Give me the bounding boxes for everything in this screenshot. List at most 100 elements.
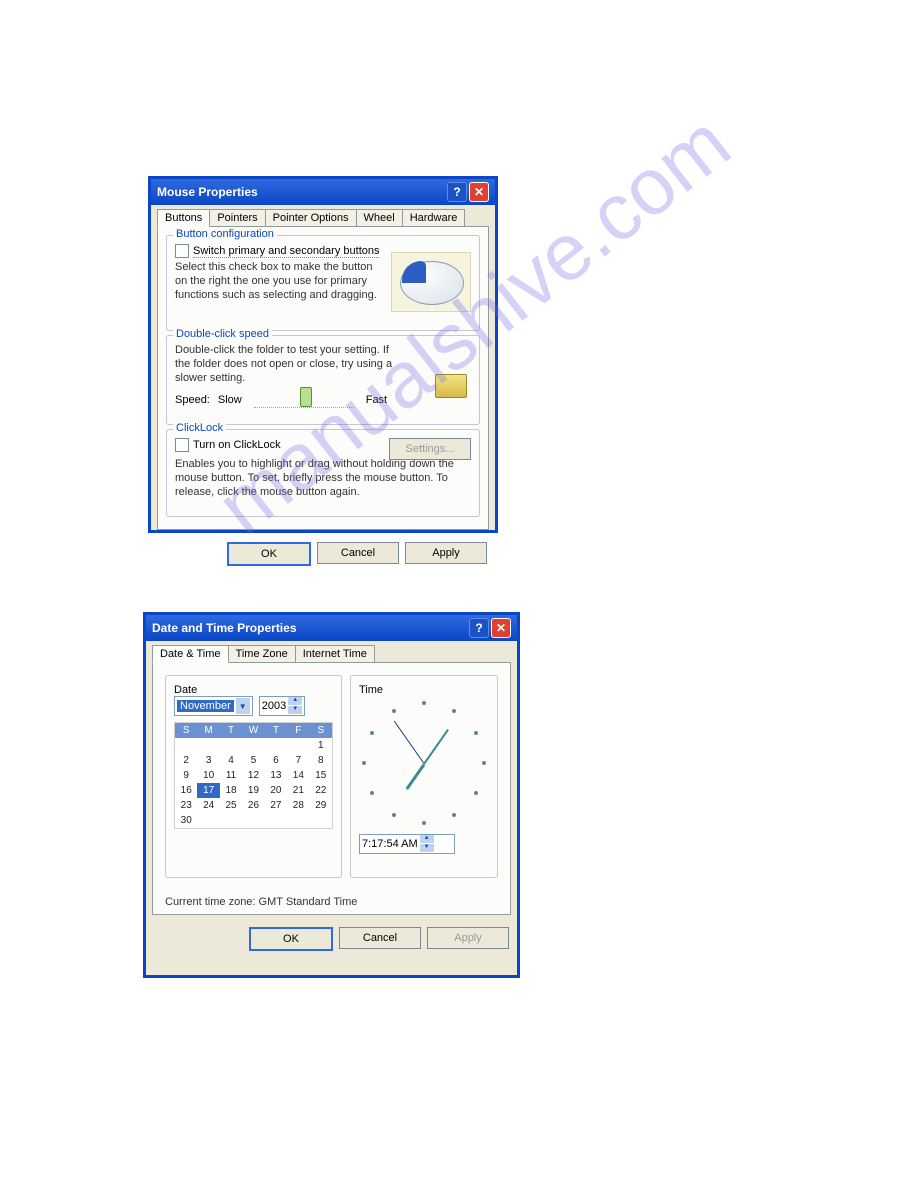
slider-thumb[interactable] bbox=[300, 387, 312, 407]
spinner-buttons[interactable]: ▲▼ bbox=[420, 835, 434, 853]
calendar-day[interactable]: 14 bbox=[287, 768, 309, 783]
window-title: Mouse Properties bbox=[157, 185, 445, 199]
clock-tick bbox=[392, 709, 396, 713]
clicklock-label[interactable]: Turn on ClickLock bbox=[193, 439, 281, 451]
tab-wheel[interactable]: Wheel bbox=[356, 209, 403, 226]
analog-clock bbox=[359, 698, 489, 828]
double-click-desc: Double-click the folder to test your set… bbox=[175, 344, 405, 385]
slow-label: Slow bbox=[218, 394, 242, 406]
calendar-day[interactable]: 21 bbox=[287, 783, 309, 798]
tab-time-zone[interactable]: Time Zone bbox=[228, 645, 296, 662]
tab-strip: Date & Time Time Zone Internet Time bbox=[146, 641, 517, 662]
calendar[interactable]: SMTWTFS 12345678910111213141516171819202… bbox=[174, 722, 333, 829]
clock-hand-hour bbox=[406, 764, 426, 790]
close-button[interactable]: ✕ bbox=[469, 182, 489, 202]
calendar-day[interactable]: 7 bbox=[287, 753, 309, 768]
tab-pointers[interactable]: Pointers bbox=[209, 209, 265, 226]
tab-body: Date November ▼ 2003 ▲▼ SMTWTFS 12345678… bbox=[152, 662, 511, 915]
time-value: 7:17:54 AM bbox=[362, 838, 418, 850]
calendar-day[interactable]: 17 bbox=[197, 783, 219, 798]
clicklock-desc: Enables you to highlight or drag without… bbox=[175, 458, 471, 499]
help-button[interactable]: ? bbox=[447, 182, 467, 202]
apply-button: Apply bbox=[427, 927, 509, 949]
month-value: November bbox=[177, 700, 234, 712]
help-button[interactable]: ? bbox=[469, 618, 489, 638]
speed-label: Speed: bbox=[175, 394, 210, 406]
titlebar[interactable]: Date and Time Properties ? ✕ bbox=[146, 615, 517, 641]
tab-internet-time[interactable]: Internet Time bbox=[295, 645, 375, 662]
calendar-day[interactable]: 22 bbox=[310, 783, 332, 798]
date-group: Date November ▼ 2003 ▲▼ SMTWTFS 12345678… bbox=[165, 675, 342, 878]
calendar-day bbox=[287, 738, 309, 753]
group-legend: Time bbox=[359, 684, 383, 696]
spinner-buttons[interactable]: ▲▼ bbox=[288, 697, 302, 715]
calendar-day[interactable]: 3 bbox=[197, 753, 219, 768]
calendar-day[interactable]: 20 bbox=[265, 783, 287, 798]
calendar-day[interactable]: 6 bbox=[265, 753, 287, 768]
calendar-day[interactable]: 28 bbox=[287, 798, 309, 813]
folder-icon[interactable] bbox=[435, 374, 467, 398]
calendar-day[interactable]: 25 bbox=[220, 798, 242, 813]
calendar-day[interactable]: 16 bbox=[175, 783, 197, 798]
time-spinner[interactable]: 7:17:54 AM ▲▼ bbox=[359, 834, 455, 854]
settings-button: Settings... bbox=[389, 438, 471, 460]
calendar-day[interactable]: 1 bbox=[310, 738, 332, 753]
calendar-day[interactable]: 9 bbox=[175, 768, 197, 783]
speed-slider[interactable] bbox=[254, 391, 354, 408]
calendar-day[interactable]: 29 bbox=[310, 798, 332, 813]
calendar-day bbox=[220, 738, 242, 753]
fast-label: Fast bbox=[366, 394, 387, 406]
clicklock-group: ClickLock Turn on ClickLock Settings... … bbox=[166, 429, 480, 517]
apply-button[interactable]: Apply bbox=[405, 542, 487, 564]
clock-tick bbox=[482, 761, 486, 765]
calendar-day bbox=[220, 813, 242, 828]
calendar-day[interactable]: 4 bbox=[220, 753, 242, 768]
clicklock-checkbox[interactable] bbox=[175, 438, 189, 452]
calendar-day[interactable]: 11 bbox=[220, 768, 242, 783]
ok-button[interactable]: OK bbox=[227, 542, 311, 566]
speed-slider-row: Speed: Slow Fast bbox=[175, 391, 471, 408]
clock-hand-minute bbox=[423, 729, 449, 765]
close-button[interactable]: ✕ bbox=[491, 618, 511, 638]
tab-hardware[interactable]: Hardware bbox=[402, 209, 466, 226]
clock-tick bbox=[392, 813, 396, 817]
calendar-day[interactable]: 2 bbox=[175, 753, 197, 768]
group-legend: Button configuration bbox=[173, 228, 277, 240]
calendar-day[interactable]: 26 bbox=[242, 798, 264, 813]
calendar-day[interactable]: 10 bbox=[197, 768, 219, 783]
titlebar[interactable]: Mouse Properties ? ✕ bbox=[151, 179, 495, 205]
date-time-dialog: Date and Time Properties ? ✕ Date & Time… bbox=[143, 612, 520, 978]
calendar-day[interactable]: 15 bbox=[310, 768, 332, 783]
cancel-button[interactable]: Cancel bbox=[317, 542, 399, 564]
switch-buttons-label[interactable]: Switch primary and secondary buttons bbox=[193, 245, 379, 258]
tab-pointer-options[interactable]: Pointer Options bbox=[265, 209, 357, 226]
mouse-properties-dialog: Mouse Properties ? ✕ Buttons Pointers Po… bbox=[148, 176, 498, 533]
calendar-day[interactable]: 12 bbox=[242, 768, 264, 783]
ok-button[interactable]: OK bbox=[249, 927, 333, 951]
calendar-day[interactable]: 5 bbox=[242, 753, 264, 768]
calendar-day[interactable]: 8 bbox=[310, 753, 332, 768]
clock-tick bbox=[370, 731, 374, 735]
weekday-header: S bbox=[310, 723, 332, 738]
calendar-day bbox=[242, 738, 264, 753]
year-value: 2003 bbox=[262, 700, 286, 712]
time-group: Time 7:17:54 AM ▲▼ bbox=[350, 675, 498, 878]
cancel-button[interactable]: Cancel bbox=[339, 927, 421, 949]
switch-buttons-checkbox[interactable] bbox=[175, 244, 189, 258]
calendar-day[interactable]: 27 bbox=[265, 798, 287, 813]
chevron-down-icon[interactable]: ▼ bbox=[236, 698, 250, 714]
calendar-day bbox=[197, 813, 219, 828]
calendar-day[interactable]: 24 bbox=[197, 798, 219, 813]
calendar-day[interactable]: 18 bbox=[220, 783, 242, 798]
calendar-day[interactable]: 13 bbox=[265, 768, 287, 783]
calendar-day[interactable]: 23 bbox=[175, 798, 197, 813]
weekday-header: T bbox=[220, 723, 242, 738]
tab-buttons[interactable]: Buttons bbox=[157, 209, 210, 227]
button-config-group: Button configuration Switch primary and … bbox=[166, 235, 480, 331]
year-spinner[interactable]: 2003 ▲▼ bbox=[259, 696, 305, 716]
dialog-button-row: OK Cancel Apply bbox=[151, 536, 495, 572]
calendar-day[interactable]: 30 bbox=[175, 813, 197, 828]
calendar-day[interactable]: 19 bbox=[242, 783, 264, 798]
tab-date-time[interactable]: Date & Time bbox=[152, 645, 229, 663]
month-combo[interactable]: November ▼ bbox=[174, 696, 253, 716]
